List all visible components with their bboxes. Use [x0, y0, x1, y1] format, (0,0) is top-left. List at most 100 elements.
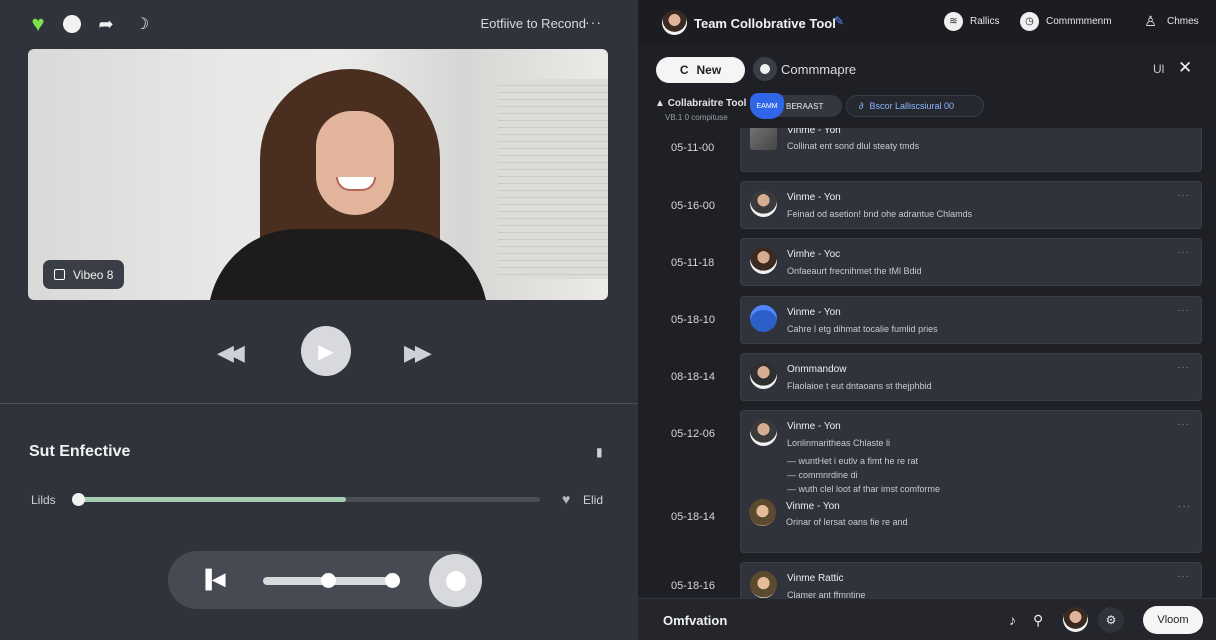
progress-end-label: Elid [583, 493, 604, 507]
avatar[interactable] [750, 362, 777, 389]
edit-pen-icon[interactable]: ✎ [834, 14, 844, 28]
avatar[interactable] [750, 571, 777, 598]
comment-text: Feinad od asetion! bnd ohe adrantue Chla… [787, 209, 973, 219]
pin-icon: EAMM [750, 93, 784, 119]
comment-card[interactable]: Vinme - Yon Orinar of lersat oans fie re … [740, 499, 1202, 553]
collaboration-panel: Team Collobrative Tool ✎ ≋ Rallics ◷ Com… [638, 0, 1216, 640]
share-icon[interactable]: ➦ [94, 12, 118, 36]
comment-author: Onmmandow [787, 364, 847, 375]
comment-card[interactable]: Vinme - Yon Cahre l etg dihmat tocalie fu… [740, 296, 1202, 344]
fast-forward-icon[interactable]: ▶▶ [404, 340, 432, 366]
comment-text: Orinar of lersat oans fie re and [786, 517, 908, 527]
avatar[interactable] [750, 305, 777, 332]
progress-track[interactable] [78, 497, 540, 502]
comment-card[interactable]: Vinme - Yon Collinat ent sond dlul steaty… [740, 128, 1202, 172]
avatar[interactable] [1063, 607, 1088, 632]
playback-controls: ◀◀ ▶ ▶▶ [0, 318, 638, 382]
video-feed[interactable]: Vibeo 8 [28, 49, 608, 300]
comment-card[interactable]: Vinme - Yon Feinad od asetion! bnd ohe ad… [740, 181, 1202, 229]
progress-handle[interactable] [72, 493, 85, 506]
more-options-icon[interactable]: ··· [585, 14, 602, 30]
video-icon [54, 269, 65, 280]
heart-outline-icon[interactable]: ♥ [562, 491, 570, 507]
avatar[interactable] [750, 247, 777, 274]
comment-text: — wuth clel loot af thar imst comforme [787, 484, 941, 494]
mic-icon[interactable]: ♪ [1009, 612, 1016, 628]
chip-filter-blue[interactable]: EAMM BERAAST [750, 93, 842, 119]
comment-text: Cahre l etg dihmat tocalie fumlid pries [787, 324, 938, 334]
avatar[interactable] [662, 10, 687, 35]
comment-text: Flaolaioe t eut dntaoans st thejphbid [787, 381, 932, 391]
slider-handle-start[interactable] [321, 573, 336, 588]
person-face-image [316, 111, 394, 215]
slider-handle-end[interactable] [385, 573, 400, 588]
footer-label: Omfvation [663, 613, 728, 628]
gear-icon[interactable]: ⚙ [1098, 607, 1124, 633]
compose-toggle[interactable] [753, 57, 777, 81]
ui-label[interactable]: Ul [1153, 62, 1164, 76]
comment-author: Vimhe - Yoc [787, 249, 841, 260]
record-dot-icon[interactable] [60, 12, 84, 36]
entry-timestamp: 05-18-10 [671, 314, 716, 326]
lock-icon[interactable]: ▮ [596, 445, 603, 459]
entry-timestamp: 08-18-14 [671, 371, 716, 383]
play-button[interactable]: ▶ [301, 326, 351, 376]
comment-text: Clamer ant ffmntine [787, 590, 866, 598]
entry-timestamp: 05-11-00 [671, 142, 715, 154]
entry-timestamp: 05-11-18 [671, 257, 715, 269]
comment-author: Vinme - Yon [787, 421, 841, 432]
moon-icon[interactable]: ☽ [130, 12, 154, 36]
more-options-icon[interactable]: ··· [1177, 305, 1190, 316]
record-icon [445, 570, 466, 591]
entry-timestamp: 05-18-14 [671, 511, 716, 523]
comment-author: Vinme - Yon [787, 307, 841, 318]
recording-bar: ▐◀ [168, 551, 482, 609]
more-options-icon[interactable]: ··· [1177, 190, 1190, 201]
more-options-icon[interactable]: ··· [1177, 247, 1190, 258]
comment-card[interactable]: Vinme Rattic Clamer ant ffmntine ··· [740, 562, 1202, 598]
section-title: Sut Enfective [29, 443, 131, 460]
window-blind-image [498, 79, 608, 279]
video-label-badge[interactable]: Vibeo 8 [43, 260, 125, 289]
close-icon[interactable]: ✕ [1178, 58, 1192, 78]
avatar[interactable] [749, 499, 776, 526]
record-button[interactable] [429, 554, 482, 607]
record-label[interactable]: Eotfiive to Recond [480, 16, 586, 31]
avatar[interactable] [750, 190, 777, 217]
more-options-icon[interactable]: ··· [1177, 419, 1190, 430]
header-item-chmes[interactable]: ♙ Chmes [1141, 12, 1198, 31]
comment-card[interactable]: Vimhe - Yoc Onfaeaurt frecnihmet the tMl … [740, 238, 1202, 286]
comment-text: Lonlinmaritheas Chlaste li [787, 438, 891, 448]
progress-start-label: Lilds [31, 493, 56, 507]
header-item-comments[interactable]: ◷ Commmmenm [1020, 12, 1112, 31]
link-icon: ∂ [859, 101, 864, 111]
more-options-icon[interactable]: ··· [1177, 362, 1190, 373]
rewind-icon[interactable]: ◀◀ [217, 340, 245, 366]
comment-author: Vinme - Yon [787, 192, 841, 203]
chip-label: Bscor Lalliscsiural 00 [869, 101, 954, 111]
pin-tool-icon[interactable]: ⚲ [1033, 612, 1043, 629]
header-item-rallics[interactable]: ≋ Rallics [944, 12, 999, 31]
heart-icon[interactable]: ♥ [26, 11, 50, 36]
new-button[interactable]: C New [656, 57, 745, 83]
compose-label[interactable]: Commmapre [781, 62, 856, 77]
more-options-icon[interactable]: ··· [1177, 571, 1190, 582]
new-button-label: New [696, 63, 722, 77]
avatar[interactable] [750, 128, 777, 150]
new-icon: C [679, 63, 689, 77]
player-toolbar: ♥ ➦ ☽ Eotfiive to Recond ··· [0, 0, 638, 48]
clock-icon: ◷ [1020, 12, 1039, 31]
chip-filter-dark[interactable]: ∂ Bscor Lalliscsiural 00 [846, 95, 984, 117]
comment-card[interactable]: Onmmandow Flaolaioe t eut dntaoans st the… [740, 353, 1202, 401]
more-options-icon[interactable]: ··· [1178, 501, 1191, 512]
comment-text: Onfaeaurt frecnihmet the tMl Bdid [787, 266, 922, 276]
entry-timestamp: 05-18-16 [671, 580, 716, 592]
chip-label: BERAAST [786, 101, 824, 111]
avatar[interactable] [750, 419, 777, 446]
skip-back-icon[interactable]: ▐◀ [199, 569, 226, 590]
entry-timestamp: 05-16-00 [671, 200, 716, 212]
comment-timeline[interactable]: 05-11-00 Vinme - Yon Collinat ent sond dlu… [638, 128, 1216, 598]
video-label-text: Vibeo 8 [73, 267, 114, 282]
comment-author: Vinme - Yon [787, 128, 841, 136]
room-button[interactable]: Vloom [1143, 606, 1203, 634]
